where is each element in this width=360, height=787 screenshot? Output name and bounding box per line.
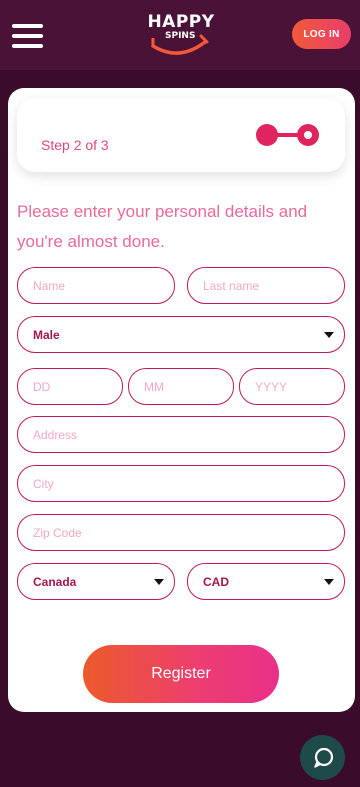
registration-card: Step 2 of 3 Please enter your personal d…	[8, 88, 355, 712]
last-name-placeholder: Last name	[203, 278, 260, 293]
year-placeholder: YYYY	[255, 379, 288, 394]
step-panel: Step 2 of 3	[17, 98, 345, 172]
form-heading: Please enter your personal details and y…	[17, 202, 308, 251]
month-placeholder: MM	[144, 379, 164, 394]
chat-bubble-icon	[313, 747, 333, 768]
caret-down-icon	[324, 332, 334, 338]
register-button[interactable]: Register	[83, 645, 279, 703]
first-name-placeholder: Name	[33, 278, 66, 293]
login-button[interactable]: LOG IN	[292, 19, 351, 49]
chat-button[interactable]	[300, 735, 345, 780]
step-progress-icon	[256, 124, 319, 146]
logo-smile-icon	[151, 34, 209, 55]
last-name-input[interactable]: Last name	[187, 267, 345, 304]
month-input[interactable]: MM	[128, 368, 234, 405]
top-header: HAPPY SPINS LOG IN	[0, 0, 360, 70]
currency-value: CAD	[203, 574, 229, 589]
caret-down-icon	[154, 579, 164, 585]
day-placeholder: DD	[33, 379, 51, 394]
city-placeholder: City	[33, 476, 54, 491]
city-input[interactable]: City	[17, 465, 345, 502]
address-placeholder: Address	[33, 427, 78, 442]
zip-code-input[interactable]: Zip Code	[17, 514, 345, 551]
currency-select[interactable]: CAD	[187, 563, 345, 600]
logo[interactable]: HAPPY SPINS	[145, 12, 217, 56]
country-value: Canada	[33, 574, 77, 589]
first-name-input[interactable]: Name	[17, 267, 175, 304]
day-input[interactable]: DD	[17, 368, 123, 405]
gender-value: Male	[33, 327, 60, 342]
step-label: Step 2 of 3	[41, 137, 109, 153]
gender-select[interactable]: Male	[17, 316, 345, 353]
hamburger-icon[interactable]	[12, 24, 43, 48]
country-select[interactable]: Canada	[17, 563, 175, 600]
zip-code-placeholder: Zip Code	[33, 525, 82, 540]
caret-down-icon	[324, 579, 334, 585]
address-input[interactable]: Address	[17, 416, 345, 453]
year-input[interactable]: YYYY	[239, 368, 345, 405]
